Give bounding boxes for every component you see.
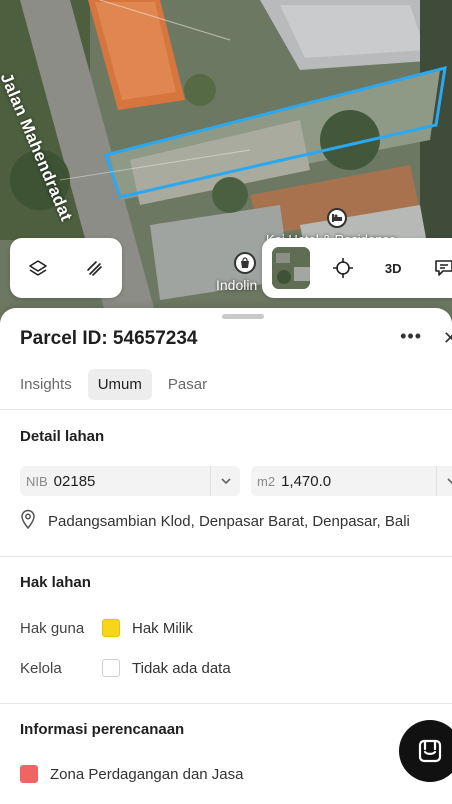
divider — [0, 703, 452, 704]
area-prefix: m2 — [257, 473, 276, 489]
map-view-controls: 3D — [262, 238, 452, 298]
message-icon[interactable] — [425, 248, 452, 288]
satellite-thumbnail[interactable] — [272, 247, 311, 289]
hak-section-title: Hak lahan — [20, 574, 91, 591]
planning-section-title: Informasi perencanaan — [20, 721, 185, 738]
zone-swatch — [20, 765, 38, 783]
measure-icon[interactable] — [74, 248, 114, 288]
close-icon[interactable]: ✕ — [443, 328, 452, 349]
nib-select[interactable]: NIB 02185 — [20, 466, 240, 496]
kelola-swatch — [102, 659, 120, 677]
tab-insights[interactable]: Insights — [10, 369, 82, 400]
zone-text: Zona Perdagangan dan Jasa — [50, 765, 244, 783]
hak-guna-label: Hak guna — [20, 619, 85, 637]
parcel-title: Parcel ID: 54657234 — [20, 328, 198, 349]
crosshair-icon[interactable] — [324, 248, 361, 288]
tab-umum[interactable]: Umum — [87, 369, 152, 400]
kelola-row: Kelola Tidak ada data — [20, 659, 231, 677]
sheet-drag-handle[interactable] — [222, 314, 264, 319]
parcel-bottom-sheet: Parcel ID: 54657234 ••• ✕ Insights Umum … — [0, 308, 452, 804]
address-row: Padangsambian Klod, Denpasar Barat, Denp… — [20, 509, 410, 534]
location-pin-icon — [20, 509, 36, 534]
indolin-poi-label[interactable]: Indolin — [216, 277, 257, 293]
more-options-icon[interactable]: ••• — [400, 326, 422, 347]
sheet-header: Parcel ID: 54657234 ••• ✕ — [20, 326, 452, 352]
map-tool-group — [10, 238, 122, 298]
hotel-poi-icon[interactable] — [327, 208, 347, 228]
detail-section-title: Detail lahan — [20, 428, 105, 445]
3d-toggle-button[interactable]: 3D — [375, 248, 412, 288]
sheet-tabs: Insights Umum Pasar — [10, 369, 217, 401]
divider — [0, 409, 452, 410]
kelola-label: Kelola — [20, 659, 62, 677]
area-select[interactable]: m2 1,470.0 — [251, 466, 452, 496]
address-text: Padangsambian Klod, Denpasar Barat, Denp… — [48, 513, 410, 530]
divider — [0, 556, 452, 557]
kelola-value: Tidak ada data — [132, 659, 231, 677]
tab-pasar[interactable]: Pasar — [158, 369, 217, 400]
zone-row: Zona Perdagangan dan Jasa — [20, 765, 243, 783]
map-view[interactable]: Jalan Mahendradat Koi Hotel & Residence … — [0, 0, 452, 330]
chevron-down-icon[interactable] — [436, 466, 452, 496]
area-value: 1,470.0 — [281, 472, 332, 490]
hak-guna-value: Hak Milik — [132, 619, 193, 637]
hak-milik-swatch — [102, 619, 120, 637]
shopping-poi-icon[interactable] — [234, 252, 256, 274]
chevron-down-icon[interactable] — [210, 466, 240, 496]
hak-guna-row: Hak guna Hak Milik — [20, 619, 193, 637]
nib-value: 02185 — [53, 472, 96, 490]
layers-icon[interactable] — [18, 248, 58, 288]
nib-prefix: NIB — [26, 473, 48, 489]
chat-icon[interactable] — [399, 720, 452, 782]
